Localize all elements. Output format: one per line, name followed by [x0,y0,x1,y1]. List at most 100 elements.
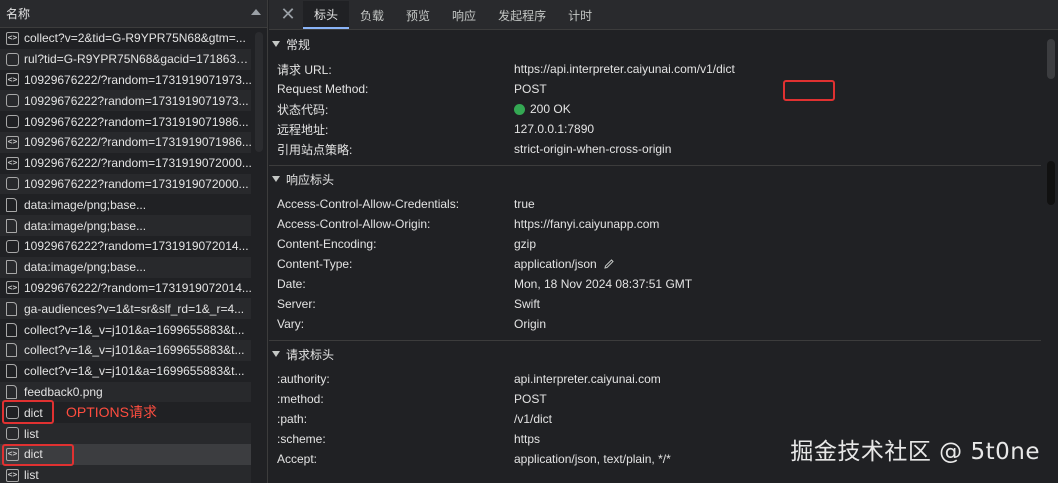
request-row[interactable]: data:image/png;base... [0,194,252,215]
request-row[interactable]: rul?tid=G-R9YPR75N68&gacid=1718630... [0,48,252,70]
request-row[interactable]: <> 10929676222/?random=1731919071973... [0,70,252,91]
document-icon [6,301,17,316]
header-value-text: /v1/dict [514,412,553,426]
caret-down-icon [272,351,280,357]
request-name: 10929676222/?random=1731919071986... [24,135,252,150]
request-list-scrollbar[interactable] [251,28,267,483]
tab-2[interactable]: 预览 [395,1,441,29]
request-name: data:image/png;base... [24,260,147,275]
request-row[interactable]: data:image/png;base... [0,256,252,278]
header-key: Request Method: [277,82,369,96]
request-name: rul?tid=G-R9YPR75N68&gacid=1718630... [24,52,252,67]
request-row[interactable]: <> 10929676222/?random=1731919071986... [0,131,252,153]
request-row[interactable]: list [0,423,252,444]
request-row[interactable]: collect?v=1&_v=j101&a=1699655883&t... [0,319,252,340]
name-column-title: 名称 [6,7,31,21]
request-icon [6,94,19,108]
request-name: collect?v=1&_v=j101&a=1699655883&t... [24,322,245,337]
scrollbar-thumb[interactable] [255,32,263,152]
request-row[interactable]: <> collect?v=2&tid=G-R9YPR75N68&gtm=... [0,28,252,49]
header-value[interactable]: application/json, text/plain, */* [514,452,671,466]
tab-3[interactable]: 响应 [441,1,487,29]
header-value-text: https [514,432,541,446]
request-name: dict [24,405,43,420]
header-value[interactable]: Swift [514,297,540,311]
header-value[interactable]: 127.0.0.1:7890 [514,122,594,136]
request-name: 10929676222/?random=1731919072014... [24,280,252,295]
header-key: Content-Encoding: [277,237,377,251]
pencil-icon[interactable] [603,258,615,270]
header-row: Request Method: POST [269,79,1041,99]
header-value[interactable]: gzip [514,237,536,251]
request-row[interactable]: ga-audiences?v=1&t=sr&slf_rd=1&_r=4... [0,298,252,320]
header-value-text: application/json, text/plain, */* [514,452,671,466]
header-key: 状态代码: [277,102,329,117]
details-tab-bar: ✕ 标头 负载 预览 响应 发起程序 计时 [269,0,1058,30]
scrollbar-thumb[interactable] [1047,39,1055,79]
header-value[interactable]: Origin [514,317,546,331]
request-name: list [24,468,39,483]
response-headers-section-header[interactable]: 响应标头 [269,166,1041,192]
header-value[interactable]: /v1/dict [514,412,552,426]
request-name: collect?v=2&tid=G-R9YPR75N68&gtm=... [24,31,246,46]
header-key: Server: [277,297,316,311]
header-key: :scheme: [277,432,326,446]
header-value-text: Origin [514,317,547,331]
request-row[interactable]: <> list [0,464,252,483]
header-value[interactable]: application/json [514,257,615,271]
header-row: :authority: api.interpreter.caiyunai.com [269,369,1041,389]
request-row[interactable]: 10929676222?random=1731919072014... [0,236,252,257]
request-row[interactable]: collect?v=1&_v=j101&a=1699655883&t... [0,361,252,382]
header-value-text: application/json [514,257,597,271]
request-row[interactable]: <> 10929676222/?random=1731919072014... [0,278,252,299]
request-icon [6,239,19,253]
name-column-header[interactable]: 名称 [0,0,267,28]
header-value[interactable]: api.interpreter.caiyunai.com [514,372,661,386]
header-value[interactable]: true [514,197,535,211]
general-section-header[interactable]: 常规 [269,31,1041,57]
header-value[interactable]: https [514,432,540,446]
request-row[interactable]: data:image/png;base... [0,215,252,236]
request-row[interactable]: <> 10929676222/?random=1731919072000... [0,153,252,174]
details-scrollbar[interactable] [1042,31,1058,483]
close-icon[interactable]: ✕ [273,0,303,29]
request-row[interactable]: <> dict [0,443,252,465]
tab-4[interactable]: 发起程序 [487,1,557,29]
header-value[interactable]: Mon, 18 Nov 2024 08:37:51 GMT [514,277,692,291]
request-headers-section-header[interactable]: 请求标头 [269,341,1041,367]
header-row: Date: Mon, 18 Nov 2024 08:37:51 GMT [269,274,1041,294]
header-value-text: https://api.interpreter.caiyunai.com/v1/… [514,62,735,76]
header-row: 请求 URL: https://api.interpreter.caiyunai.… [269,59,1041,79]
header-value[interactable]: POST [514,392,547,406]
header-row: :method: POST [269,389,1041,409]
request-name: ga-audiences?v=1&t=sr&slf_rd=1&_r=4... [24,301,245,316]
tab-0[interactable]: 标头 [303,1,350,29]
request-row[interactable]: feedback0.png [0,381,252,403]
request-row[interactable]: 10929676222?random=1731919072000... [0,173,252,195]
sort-ascending-icon[interactable] [251,9,261,15]
request-row[interactable]: 10929676222?random=1731919071973... [0,90,252,112]
tab-5[interactable]: 计时 [557,1,603,29]
header-row: Vary: Origin [269,314,1041,334]
request-headers-section-title: 请求标头 [286,347,335,362]
scrollbar-thumb-secondary[interactable] [1047,161,1055,205]
header-value-text: 200 OK [530,102,571,116]
header-row: 状态代码: 200 OK [269,99,1041,119]
request-name: 10929676222?random=1731919071986... [24,114,249,129]
request-name: list [24,426,39,441]
request-icon [6,406,19,420]
tab-1[interactable]: 负载 [349,1,395,29]
request-row[interactable]: 10929676222?random=1731919071986... [0,111,252,132]
header-value[interactable]: https://fanyi.caiyunapp.com [514,217,659,231]
request-row[interactable]: collect?v=1&_v=j101&a=1699655883&t... [0,339,252,361]
request-name: data:image/png;base... [24,218,147,233]
document-icon [6,197,17,212]
header-value[interactable]: 200 OK [514,102,571,116]
header-value[interactable]: POST [514,82,547,96]
response-headers-section-body: Access-Control-Allow-Credentials: true Acc… [269,192,1041,341]
request-name: data:image/png;base... [24,197,147,212]
document-icon [6,218,17,233]
header-value[interactable]: https://api.interpreter.caiyunai.com/v1/… [514,62,735,76]
code-file-icon: <> [6,468,19,482]
header-value[interactable]: strict-origin-when-cross-origin [514,142,671,156]
